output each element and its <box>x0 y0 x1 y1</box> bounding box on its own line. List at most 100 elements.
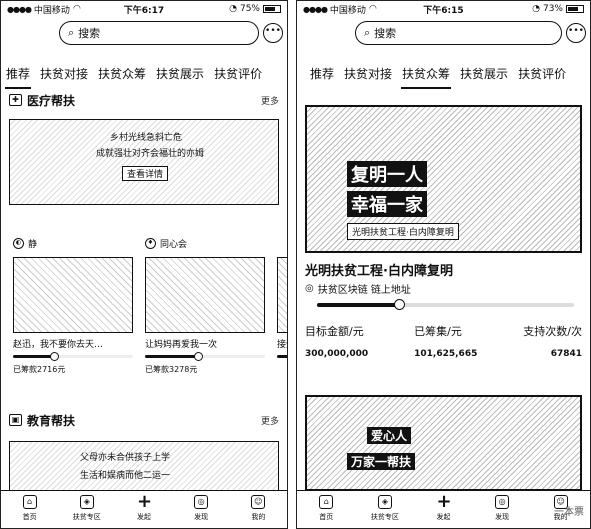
status-time: 下午6:15 <box>423 5 464 16</box>
stat-value: 67841 <box>550 349 582 359</box>
nav-home[interactable]: ⌂ 首页 <box>300 491 352 528</box>
bottom-nav: ⌂ 首页 ◈ 扶贫专区 + 发起 ◎ 发现 ☺ 我的 <box>297 490 590 528</box>
plus-icon: + <box>136 491 153 512</box>
card-progress <box>277 355 287 358</box>
avatar: ♦ <box>145 237 156 249</box>
status-bar: ●●●● 中国移动 ◠ 下午6:15 ◔ 73% <box>297 1 590 17</box>
search-input[interactable]: ⌕ 搜索 <box>59 21 259 45</box>
education-section-header: ▣ 教育帮扶 更多 <box>9 411 279 429</box>
bag-icon: ◈ <box>377 495 392 509</box>
tab-showcase[interactable]: 扶贫展示 <box>455 65 513 82</box>
project-banner[interactable]: 复明一人 幸福一家 光明扶贫工程·白内障复明 <box>305 105 582 253</box>
stat-supporters: 支持次数/次 67841 <box>523 323 582 359</box>
bottom-nav: ⌂ 首页 ◈ 扶贫专区 + 发起 ◎ 发现 ☺ 我的 <box>1 490 287 528</box>
tab-recommend[interactable]: 推荐 <box>1 65 35 89</box>
tab-crowdfunding[interactable]: 扶贫众筹 <box>93 65 151 82</box>
fundraising-card[interactable]: 接受 <box>277 235 287 375</box>
profile-icon: ☺ <box>251 495 266 509</box>
medical-icon: ✚ <box>9 94 22 106</box>
fundraising-card[interactable]: ♦ 同心会 让妈妈再爱我一次 已筹款3278元 <box>145 235 265 375</box>
search-input[interactable]: ⌕ 搜索 <box>355 21 562 45</box>
avatar: ◐ <box>13 237 24 249</box>
more-link[interactable]: 更多 <box>261 94 279 107</box>
banner-headline: 爱心人 <box>367 427 412 444</box>
tab-evaluation[interactable]: 扶贫评价 <box>209 65 267 82</box>
stat-label: 目标金额/元 <box>305 325 364 338</box>
nav-launch[interactable]: + 发起 <box>118 491 170 528</box>
battery-icon <box>263 5 281 13</box>
section-title: 教育帮扶 <box>27 413 76 428</box>
search-icon: ⌕ <box>68 26 75 39</box>
home-icon: ⌂ <box>319 495 334 509</box>
medical-banner[interactable]: 乡村光线急斜亡危 成就强壮对齐会福壮的亦姆 查看详情 <box>9 119 279 205</box>
medical-section-header: ✚ 医疗帮扶 更多 <box>9 91 279 109</box>
nav-label: 扶贫专区 <box>72 513 101 521</box>
nav-profile[interactable]: ☺ 我的 <box>232 491 284 528</box>
card-raised: 已筹款2716元 <box>13 365 66 374</box>
nav-label: 发现 <box>495 513 510 521</box>
nav-label: 发起 <box>436 513 451 521</box>
card-image <box>13 257 133 333</box>
banner-text: 成就强壮对齐会福壮的亦姆 <box>96 149 205 159</box>
card-progress <box>13 352 133 361</box>
more-menu-button[interactable]: ••• <box>566 23 586 43</box>
discover-icon: ◎ <box>495 495 510 509</box>
blockchain-icon: ◎ <box>305 283 314 294</box>
stat-value: 101,625,665 <box>414 349 478 359</box>
more-menu-button[interactable]: ••• <box>263 23 283 43</box>
project-title[interactable]: 光明扶贫工程·白内障复明 <box>305 260 453 279</box>
education-icon: ▣ <box>9 414 22 426</box>
banner-text: 父母亦未合供孩子上学 <box>80 453 171 463</box>
banner-headline: 复明一人 <box>347 161 427 187</box>
tab-poverty-matching[interactable]: 扶贫对接 <box>35 65 93 82</box>
section-title: 医疗帮扶 <box>27 93 76 108</box>
nav-discover[interactable]: ◎ 发现 <box>175 491 227 528</box>
discover-icon: ◎ <box>194 495 209 509</box>
card-progress <box>145 352 265 361</box>
education-banner[interactable]: 父母亦未合供孩子上学 生活和娱病而他二运一 <box>9 441 279 491</box>
card-user-name: 静 <box>28 239 38 250</box>
card-raised: 已筹款3278元 <box>145 365 198 374</box>
status-time: 下午6:17 <box>123 5 165 16</box>
stat-value: 300,000,000 <box>305 349 369 359</box>
nav-label: 扶贫专区 <box>370 513 399 521</box>
nav-discover[interactable]: ◎ 发现 <box>476 491 528 528</box>
nav-poverty-zone[interactable]: ◈ 扶贫专区 <box>359 491 411 528</box>
home-icon: ⌂ <box>22 495 37 509</box>
card-title: 让妈妈再爱我一次 <box>145 340 218 350</box>
more-link[interactable]: 更多 <box>261 414 279 427</box>
left-screen: ●●●● 中国移动 ◠ 下午6:17 ◔ 75% ⌕ 搜索 ••• 推荐 扶贫对… <box>0 0 288 529</box>
tab-evaluation[interactable]: 扶贫评价 <box>513 65 571 82</box>
nav-poverty-zone[interactable]: ◈ 扶贫专区 <box>61 491 113 528</box>
card-title: 接受 <box>277 340 287 350</box>
fundraising-card[interactable]: ◐ 静 赵迅，我不要你去天… 已筹款2716元 <box>13 235 133 375</box>
stat-target: 目标金额/元 300,000,000 <box>305 323 368 359</box>
bag-icon: ◈ <box>79 495 94 509</box>
search-icon: ⌕ <box>364 26 371 39</box>
banner-details-button[interactable]: 查看详情 <box>122 166 169 181</box>
card-user: ◐ 静 <box>13 235 133 251</box>
project-org[interactable]: ◎ 扶贫区块链 链上地址 <box>305 281 411 296</box>
tab-poverty-matching[interactable]: 扶贫对接 <box>339 65 397 82</box>
search-placeholder: 搜索 <box>78 27 101 40</box>
tab-crowdfunding[interactable]: 扶贫众筹 <box>397 65 455 89</box>
stat-raised: 已筹集/元 101,625,665 <box>414 323 477 359</box>
nav-label: 我的 <box>251 513 266 521</box>
tab-showcase[interactable]: 扶贫展示 <box>151 65 209 82</box>
project-org-text: 扶贫区块链 链上地址 <box>317 285 411 296</box>
status-bar: ●●●● 中国移动 ◠ 下午6:17 ◔ 75% <box>1 1 287 17</box>
card-user: ♦ 同心会 <box>145 235 265 251</box>
tab-recommend[interactable]: 推荐 <box>305 65 339 82</box>
nav-launch[interactable]: + 发起 <box>417 491 469 528</box>
plus-icon: + <box>436 491 452 512</box>
nav-label: 首页 <box>22 513 37 521</box>
right-screen: ●●●● 中国移动 ◠ 下午6:15 ◔ 73% ⌕ 搜索 ••• 推荐 扶贫对… <box>296 0 591 529</box>
nav-label: 发起 <box>136 513 151 521</box>
card-title: 赵迅，我不要你去天… <box>13 340 104 350</box>
project-banner-2[interactable]: 爱心人 万家一帮扶 <box>305 395 582 491</box>
nav-label: 首页 <box>319 513 334 521</box>
nav-home[interactable]: ⌂ 首页 <box>4 491 56 528</box>
tab-bar: 推荐 扶贫对接 扶贫众筹 扶贫展示 扶贫评价 <box>1 59 287 89</box>
stat-label: 支持次数/次 <box>523 325 582 338</box>
project-stats: 目标金额/元 300,000,000 已筹集/元 101,625,665 支持次数/… <box>305 323 582 359</box>
